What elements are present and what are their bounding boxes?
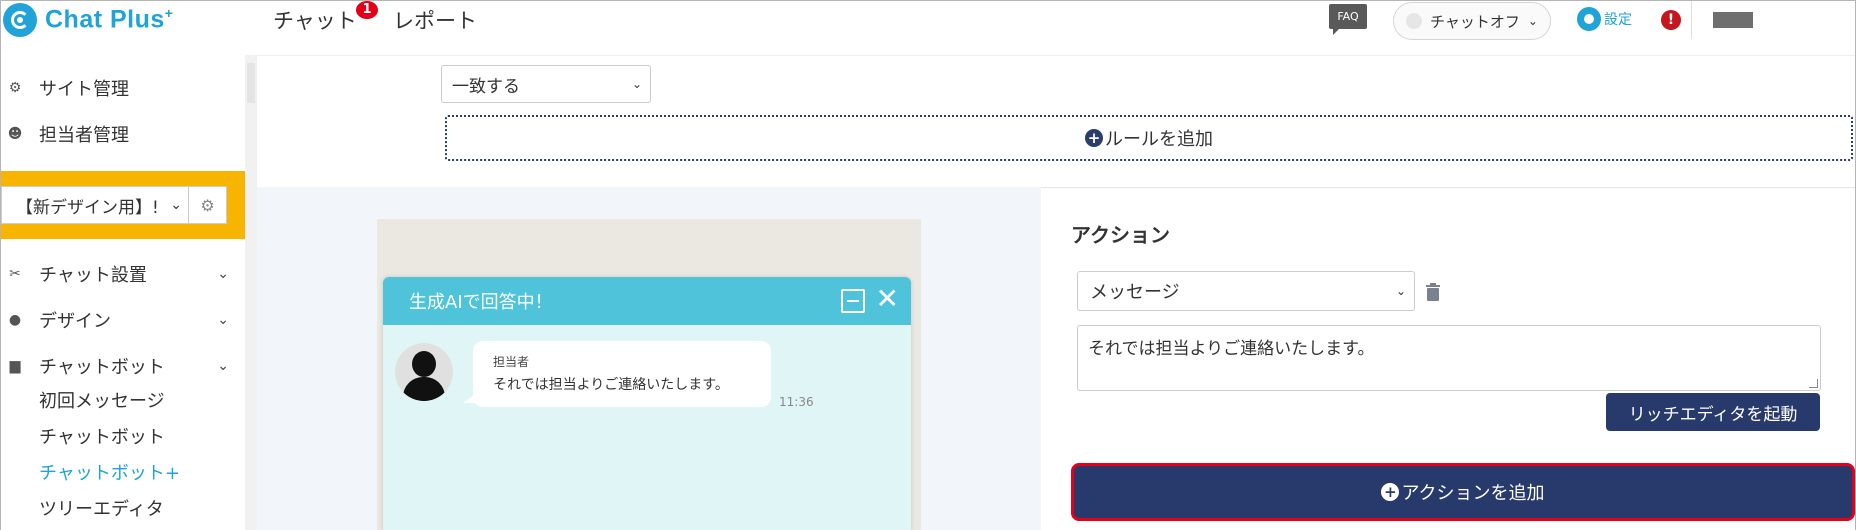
chatplus-logo[interactable]: Chat Plus+	[3, 3, 173, 37]
status-dot-icon	[1406, 13, 1422, 29]
sidebar-item-label: デザイン	[39, 311, 111, 332]
faq-button[interactable]: FAQ	[1329, 4, 1367, 35]
sidebar-sub-tree-editor[interactable]: ツリーエディタ	[39, 495, 164, 521]
palette-icon: ●	[8, 312, 22, 328]
gear-icon	[1577, 7, 1601, 31]
chevron-down-icon: ⌄	[217, 266, 229, 282]
settings-link[interactable]: 設定	[1577, 7, 1632, 31]
sidebar-item-design[interactable]: ● デザイン ⌄	[1, 307, 241, 333]
tools-icon: ✂	[9, 266, 21, 282]
chevron-down-icon: ⌄	[1527, 14, 1538, 28]
nav-chat[interactable]: チャット	[273, 5, 357, 35]
add-rule-button[interactable]: + ルールを追加	[445, 115, 1853, 161]
action-title: アクション	[1071, 223, 1170, 247]
gear-icon: ⚙	[8, 80, 22, 96]
trash-icon[interactable]	[1425, 283, 1441, 301]
add-action-button[interactable]: + アクションを追加	[1071, 463, 1855, 521]
design-select[interactable]: 【新デザイン用】! ⌄	[1, 186, 189, 224]
chevron-down-icon: ⌄	[217, 358, 229, 374]
logo-text: Chat Plus+	[45, 5, 174, 34]
sidebar-sub-chatbot-plus[interactable]: チャットボット+	[39, 459, 180, 485]
close-icon[interactable]: ✕	[876, 285, 899, 313]
settings-label: 設定	[1604, 12, 1632, 28]
agent-avatar	[395, 343, 453, 401]
chatplus-logo-icon	[3, 3, 37, 37]
plus-circle-icon: +	[1381, 483, 1400, 501]
design-select-highlight: 【新デザイン用】! ⌄ ⚙	[1, 171, 245, 239]
add-action-label: アクションを追加	[1401, 483, 1545, 504]
rich-editor-button[interactable]: リッチエディタを起動	[1606, 393, 1820, 431]
users-icon: ☻	[7, 126, 23, 142]
sidebar-item-label: サイト管理	[39, 79, 129, 100]
action-message-textarea[interactable]: それでは担当よりご連絡いたします。	[1077, 325, 1821, 391]
design-select-value: 【新デザイン用】!	[16, 197, 159, 218]
minimize-icon[interactable]	[841, 289, 865, 313]
sidebar-sub-chatbot[interactable]: チャットボット	[39, 423, 165, 449]
sidebar-item-chatbot[interactable]: ▆ チャットボット ⌄	[1, 353, 241, 379]
chat-icon: ▆	[9, 358, 21, 374]
action-type-select[interactable]: メッセージ ⌄	[1077, 271, 1415, 311]
message-bubble: 担当者 それでは担当よりご連絡いたします。	[463, 341, 771, 407]
sidebar-item-chat-install[interactable]: ✂ チャット設置 ⌄	[1, 261, 241, 287]
chat-unread-badge: 1	[356, 1, 378, 19]
match-select-value: 一致する	[452, 76, 520, 97]
user-menu[interactable]	[1713, 12, 1753, 28]
sidebar-item-label: 担当者管理	[39, 125, 129, 146]
chat-preview-window: 生成AIで回答中！ ✕ 担当者 それでは担当よりご連絡いたします。 11:36	[383, 277, 911, 530]
chevron-down-icon: ⌄	[1395, 284, 1406, 298]
plus-circle-icon: +	[1085, 129, 1103, 147]
nav-report[interactable]: レポート	[393, 5, 477, 35]
sidebar-item-label: チャットボット	[39, 357, 165, 378]
chevron-down-icon: ⌄	[217, 312, 229, 328]
action-type-value: メッセージ	[1090, 282, 1180, 303]
message-text: それでは担当よりご連絡いたします。	[493, 377, 729, 393]
scrollbar-thumb[interactable]	[247, 63, 255, 103]
chat-status-toggle[interactable]: チャットオフ ⌄	[1393, 2, 1551, 40]
sidebar-item-staff-management[interactable]: ☻ 担当者管理	[1, 121, 241, 147]
sidebar-item-label: チャット設置	[39, 265, 147, 286]
add-rule-label: ルールを追加	[1105, 129, 1213, 150]
design-settings-gear-icon[interactable]: ⚙	[189, 186, 227, 224]
chat-window-title: 生成AIで回答中！	[409, 292, 553, 313]
top-header: Chat Plus+ チャット 1 レポート FAQ チャットオフ ⌄ 設定 !	[1, 1, 1855, 40]
chevron-down-icon: ⌄	[631, 77, 642, 91]
header-divider	[1691, 1, 1692, 39]
sidebar-item-site-management[interactable]: ⚙ サイト管理	[1, 75, 241, 101]
agent-name: 担当者	[493, 355, 530, 369]
match-condition-select[interactable]: 一致する ⌄	[441, 65, 651, 103]
message-timestamp: 11:36	[779, 395, 814, 409]
sidebar-sub-first-message[interactable]: 初回メッセージ	[39, 387, 165, 413]
chevron-down-icon: ⌄	[170, 197, 182, 213]
chat-window-header: 生成AIで回答中！ ✕	[383, 277, 911, 325]
chat-status-label: チャットオフ	[1430, 12, 1520, 31]
sidebar: ⚙ サイト管理 ☻ 担当者管理 【新デザイン用】! ⌄ ⚙ ✂ チャット設置 ⌄…	[1, 55, 245, 530]
sidebar-scrollbar[interactable]	[245, 55, 257, 530]
alert-icon[interactable]: !	[1661, 10, 1681, 30]
